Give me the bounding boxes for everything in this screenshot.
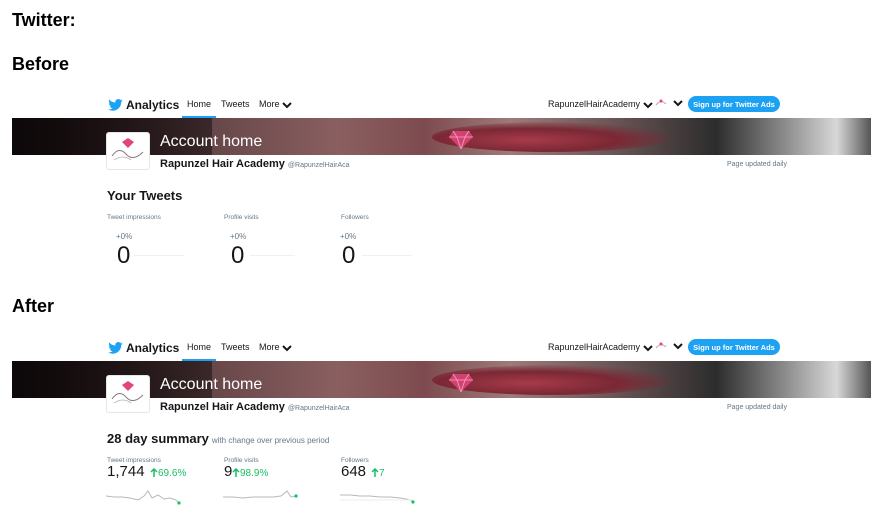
nav-home-link[interactable]: Home — [187, 99, 211, 109]
nav-more-menu[interactable]: More — [259, 342, 292, 352]
chevron-down-icon — [282, 344, 292, 352]
metric-value-followers: 0 — [342, 242, 356, 269]
metric-label-profile-visits: Profile visits — [224, 214, 259, 221]
avatar[interactable] — [654, 97, 668, 109]
nav-more-label: More — [259, 99, 280, 109]
page-title: Account home — [160, 376, 263, 393]
page-title: Account home — [160, 133, 263, 150]
nav-more-label: More — [259, 342, 280, 352]
brand-label: Analytics — [126, 98, 180, 112]
metric-change-profile-visits: +0% — [230, 232, 247, 241]
rapunzel-logo-icon — [111, 381, 144, 404]
followers-sparkline — [340, 494, 415, 504]
brand-label: Analytics — [126, 341, 180, 355]
account-display-name: Rapunzel Hair Academy — [160, 401, 285, 413]
account-switcher-label: RapunzelHairAcademy — [548, 99, 641, 109]
account-handle: @RapunzelHairAca — [287, 162, 350, 169]
account-display-name: Rapunzel Hair Academy — [160, 158, 285, 170]
chevron-down-icon[interactable] — [673, 99, 683, 107]
metric-change-value: 7 — [379, 468, 385, 479]
chevron-down-icon — [642, 344, 653, 352]
metric-change-value: 98.9% — [240, 468, 269, 479]
account-handle: @RapunzelHairAca — [287, 405, 350, 412]
sign-up-ads-button[interactable]: Sign up for Twitter Ads — [688, 96, 780, 112]
metric-change-impressions: 69.6% — [150, 468, 186, 479]
account-switcher-label: RapunzelHairAcademy — [548, 342, 641, 352]
rapunzel-logo-icon — [111, 138, 144, 161]
section-title: 28 day summary with change over previous … — [107, 431, 329, 446]
nav-more-menu[interactable]: More — [259, 99, 292, 109]
metric-change-value: 69.6% — [158, 468, 187, 479]
arrow-up-icon — [371, 468, 379, 477]
sparkline-placeholder — [250, 255, 295, 256]
arrow-up-icon — [150, 468, 158, 477]
account-switcher[interactable]: RapunzelHairAcademy — [548, 342, 653, 352]
before-label: Before — [12, 54, 70, 74]
profile-logo — [106, 375, 150, 413]
metric-change-followers: 7 — [371, 468, 385, 479]
sparkline-placeholder — [362, 255, 412, 256]
analytics-brand[interactable]: Analytics — [108, 341, 179, 355]
page-updated-note: Page updated daily — [727, 404, 787, 411]
after-label: After — [12, 296, 55, 316]
metric-change-profile-visits: 98.9% — [232, 468, 268, 479]
metric-change-followers: +0% — [340, 232, 357, 241]
twitter-bird-icon — [108, 99, 123, 111]
avatar[interactable] — [654, 340, 668, 352]
summary-subtitle: with change over previous period — [211, 436, 330, 445]
sign-up-ads-button[interactable]: Sign up for Twitter Ads — [688, 339, 780, 355]
summary-title: 28 day summary — [107, 431, 209, 446]
metric-label-impressions: Tweet impressions — [107, 214, 161, 221]
nav-tweets-link[interactable]: Tweets — [221, 99, 250, 109]
gem-icon — [449, 373, 473, 392]
account-name: Rapunzel Hair Academy @RapunzelHairAca — [160, 158, 350, 170]
after-screenshot: Analytics Home Tweets More RapunzelHairA… — [0, 335, 891, 515]
twitter-bird-icon — [108, 342, 123, 354]
before-screenshot: Analytics Home Tweets More RapunzelHairA… — [0, 92, 891, 292]
account-switcher[interactable]: RapunzelHairAcademy — [548, 99, 653, 109]
nav-home-link[interactable]: Home — [187, 342, 211, 352]
sparkline-placeholder — [134, 255, 184, 256]
metric-change-impressions: +0% — [116, 232, 133, 241]
metric-value-profile-visits: 0 — [231, 242, 245, 269]
metric-value-followers: 648 — [341, 463, 367, 480]
arrow-up-icon — [232, 468, 240, 477]
slide-title: Twitter: — [12, 10, 76, 30]
gem-icon — [449, 130, 473, 149]
metric-value-impressions: 1,744 — [107, 463, 145, 480]
profile-logo — [106, 132, 150, 170]
metric-label-followers: Followers — [341, 214, 369, 221]
profile-visits-sparkline — [223, 490, 298, 499]
chevron-down-icon — [282, 101, 292, 109]
metric-value-impressions: 0 — [117, 242, 131, 269]
section-title: Your Tweets — [107, 188, 183, 203]
account-name: Rapunzel Hair Academy @RapunzelHairAca — [160, 401, 350, 413]
impressions-sparkline — [106, 490, 181, 505]
top-nav: Analytics Home Tweets More RapunzelHairA… — [0, 92, 891, 119]
nav-tweets-link[interactable]: Tweets — [221, 342, 250, 352]
analytics-brand[interactable]: Analytics — [108, 98, 179, 112]
top-nav: Analytics Home Tweets More RapunzelHairA… — [0, 335, 891, 362]
page-updated-note: Page updated daily — [727, 161, 787, 168]
chevron-down-icon[interactable] — [673, 342, 683, 350]
chevron-down-icon — [642, 101, 653, 109]
